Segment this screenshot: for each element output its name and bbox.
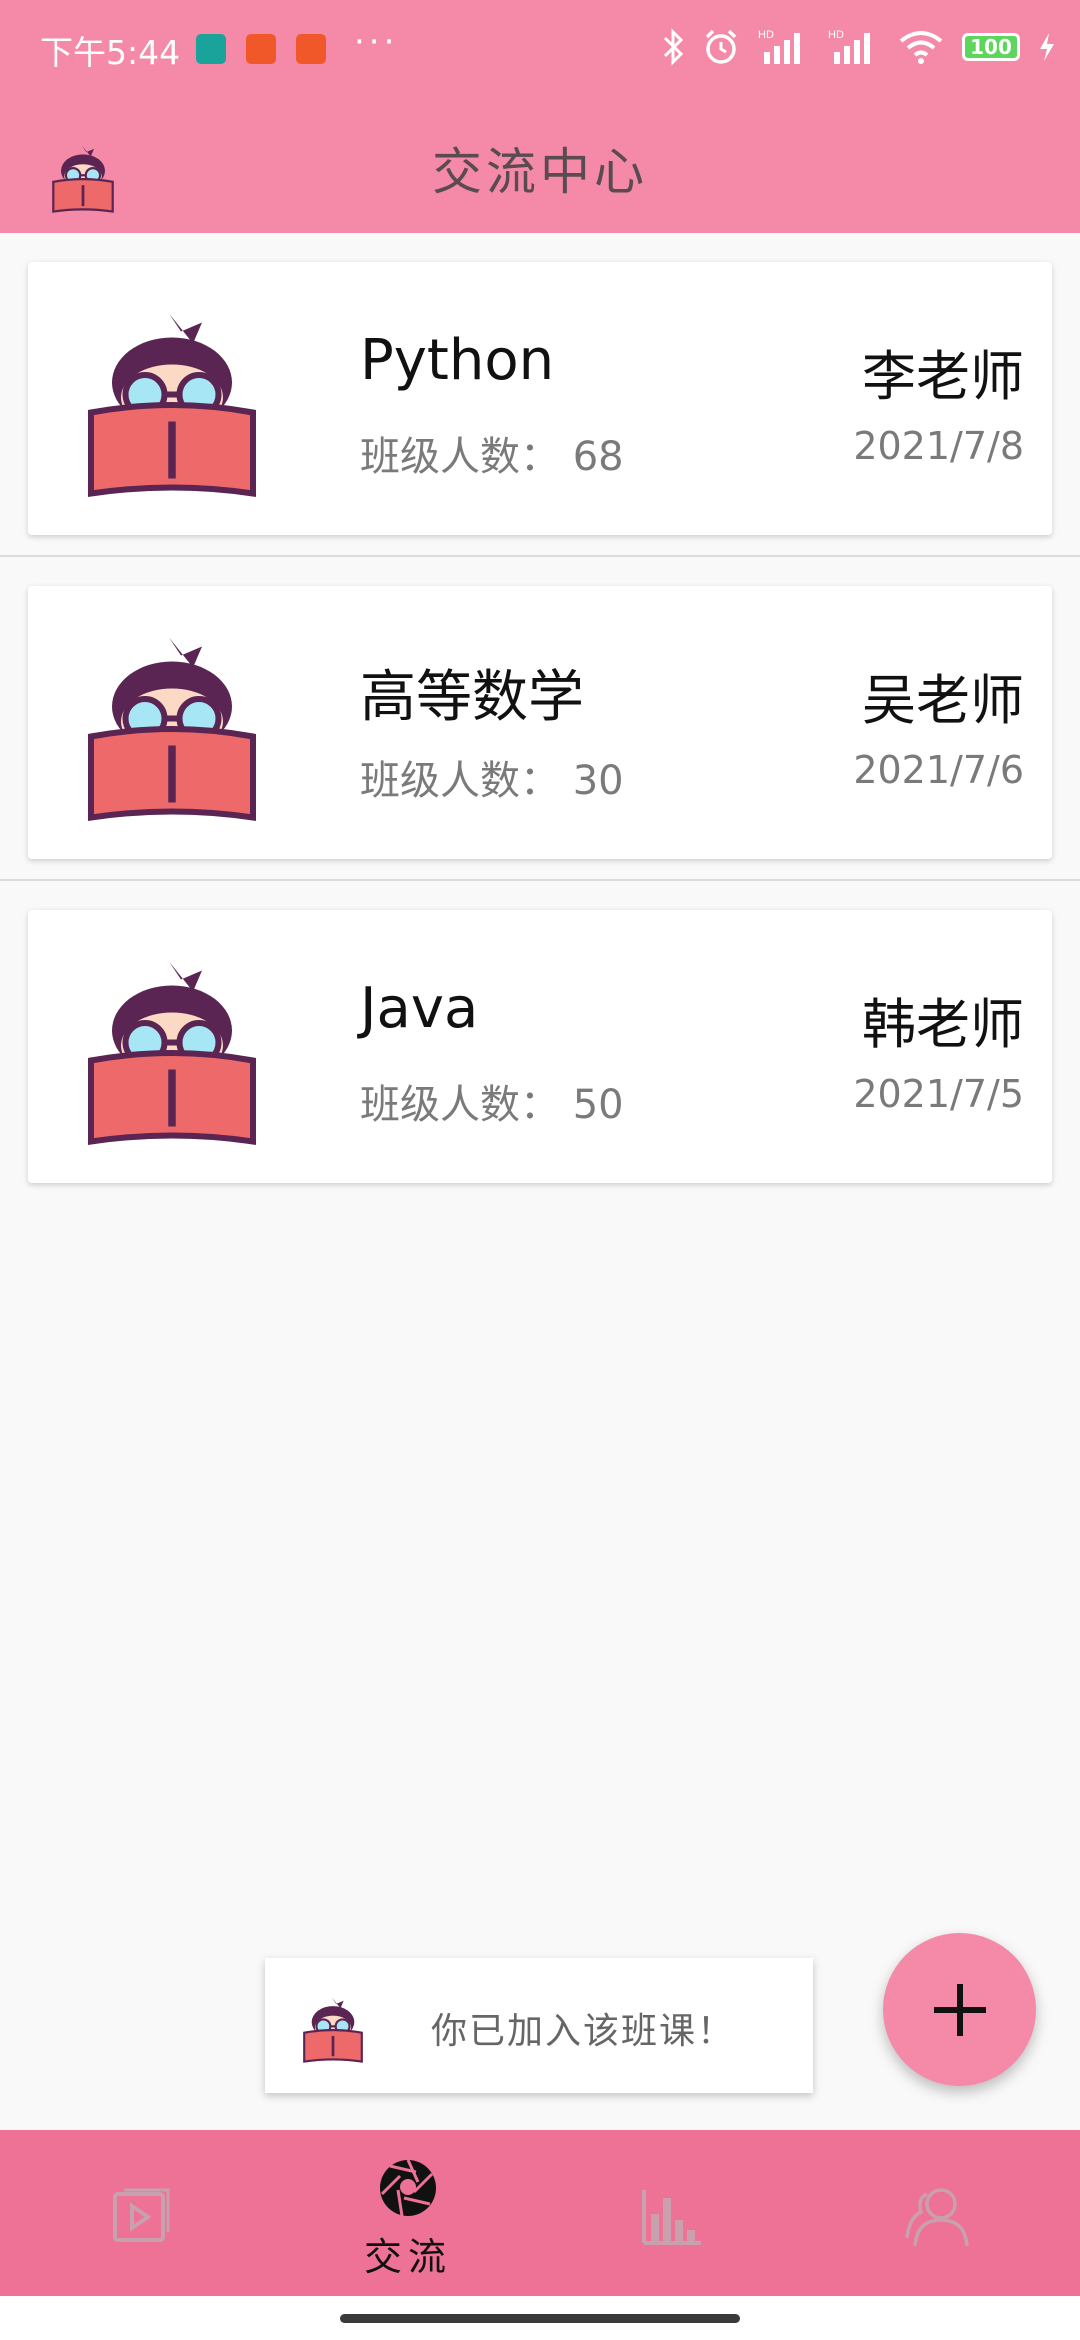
top-app-bar: 下午5:44 ··· HD HD 100 交流中心 [0, 0, 1080, 233]
bottom-navigation: 交流 [0, 2130, 1080, 2296]
wifi-icon [899, 31, 943, 64]
home-indicator[interactable] [340, 2314, 740, 2323]
toast-text: 你已加入该班课！ [431, 2011, 736, 2052]
status-time: 下午5:44 [40, 33, 181, 72]
class-avatar-icon [82, 950, 262, 1150]
nav-item-exchange[interactable]: 交流 [308, 2130, 508, 2296]
add-class-button[interactable] [883, 1933, 1036, 2086]
status-icons: HD HD 100 [662, 22, 1056, 72]
alarm-icon [705, 29, 737, 64]
svg-text:HD: HD [828, 29, 844, 41]
count-value: 50 [572, 1082, 624, 1128]
battery-icon: 100 [962, 33, 1020, 61]
divider [0, 555, 1080, 557]
teacher-name: 李老师 [862, 345, 1024, 408]
class-name: Java [360, 976, 479, 1041]
count-label: 班级人数： [360, 434, 560, 480]
class-name: Python [360, 328, 555, 393]
status-bar: 下午5:44 ··· HD HD 100 [0, 0, 1080, 96]
class-name: 高等数学 [360, 665, 584, 730]
class-date: 2021/7/5 [853, 1072, 1024, 1116]
nav-item-stats[interactable] [572, 2130, 772, 2296]
reading-student-logo [301, 1992, 365, 2066]
class-avatar-icon [82, 302, 262, 502]
class-date: 2021/7/6 [853, 748, 1024, 792]
count-value: 68 [572, 434, 624, 480]
signal-hd-icon: HD [758, 29, 800, 64]
more-dots-icon: ··· [354, 22, 399, 62]
svg-text:HD: HD [758, 29, 774, 41]
divider [0, 879, 1080, 881]
class-card-advanced-math[interactable]: 高等数学 班级人数： 30 吴老师 2021/7/6 [28, 586, 1052, 859]
toast-message: 你已加入该班课！ [265, 1958, 813, 2093]
charging-icon [1040, 33, 1054, 61]
nav-item-profile[interactable] [838, 2130, 1038, 2296]
class-avatar-icon [82, 626, 262, 826]
class-member-count: 班级人数： 68 [360, 424, 624, 482]
aperture-icon [380, 2159, 436, 2217]
signal-hd-icon: HD [828, 29, 870, 64]
bluetooth-icon [663, 28, 684, 66]
count-label: 班级人数： [360, 1082, 560, 1128]
bar-chart-icon [642, 2190, 701, 2245]
nav-item-video[interactable] [42, 2130, 242, 2296]
class-card-java[interactable]: Java 班级人数： 50 韩老师 2021/7/5 [28, 910, 1052, 1183]
class-member-count: 班级人数： 30 [360, 748, 624, 806]
teacher-name: 吴老师 [862, 669, 1024, 732]
app-notification-icon [196, 34, 226, 64]
teacher-name: 韩老师 [862, 993, 1024, 1056]
class-card-python[interactable]: Python 班级人数： 68 李老师 2021/7/8 [28, 262, 1052, 535]
class-member-count: 班级人数： 50 [360, 1072, 624, 1130]
plus-icon [933, 1983, 986, 2036]
video-icon [113, 2188, 170, 2242]
nav-label: 交流 [363, 2235, 452, 2279]
count-value: 30 [572, 758, 624, 804]
page-title: 交流中心 [432, 143, 648, 201]
gesture-bar [0, 2296, 1080, 2340]
count-label: 班级人数： [360, 758, 560, 804]
wechat-icon [246, 34, 276, 64]
people-icon [905, 2188, 969, 2247]
wechat-icon [296, 34, 326, 64]
class-date: 2021/7/8 [853, 424, 1024, 468]
